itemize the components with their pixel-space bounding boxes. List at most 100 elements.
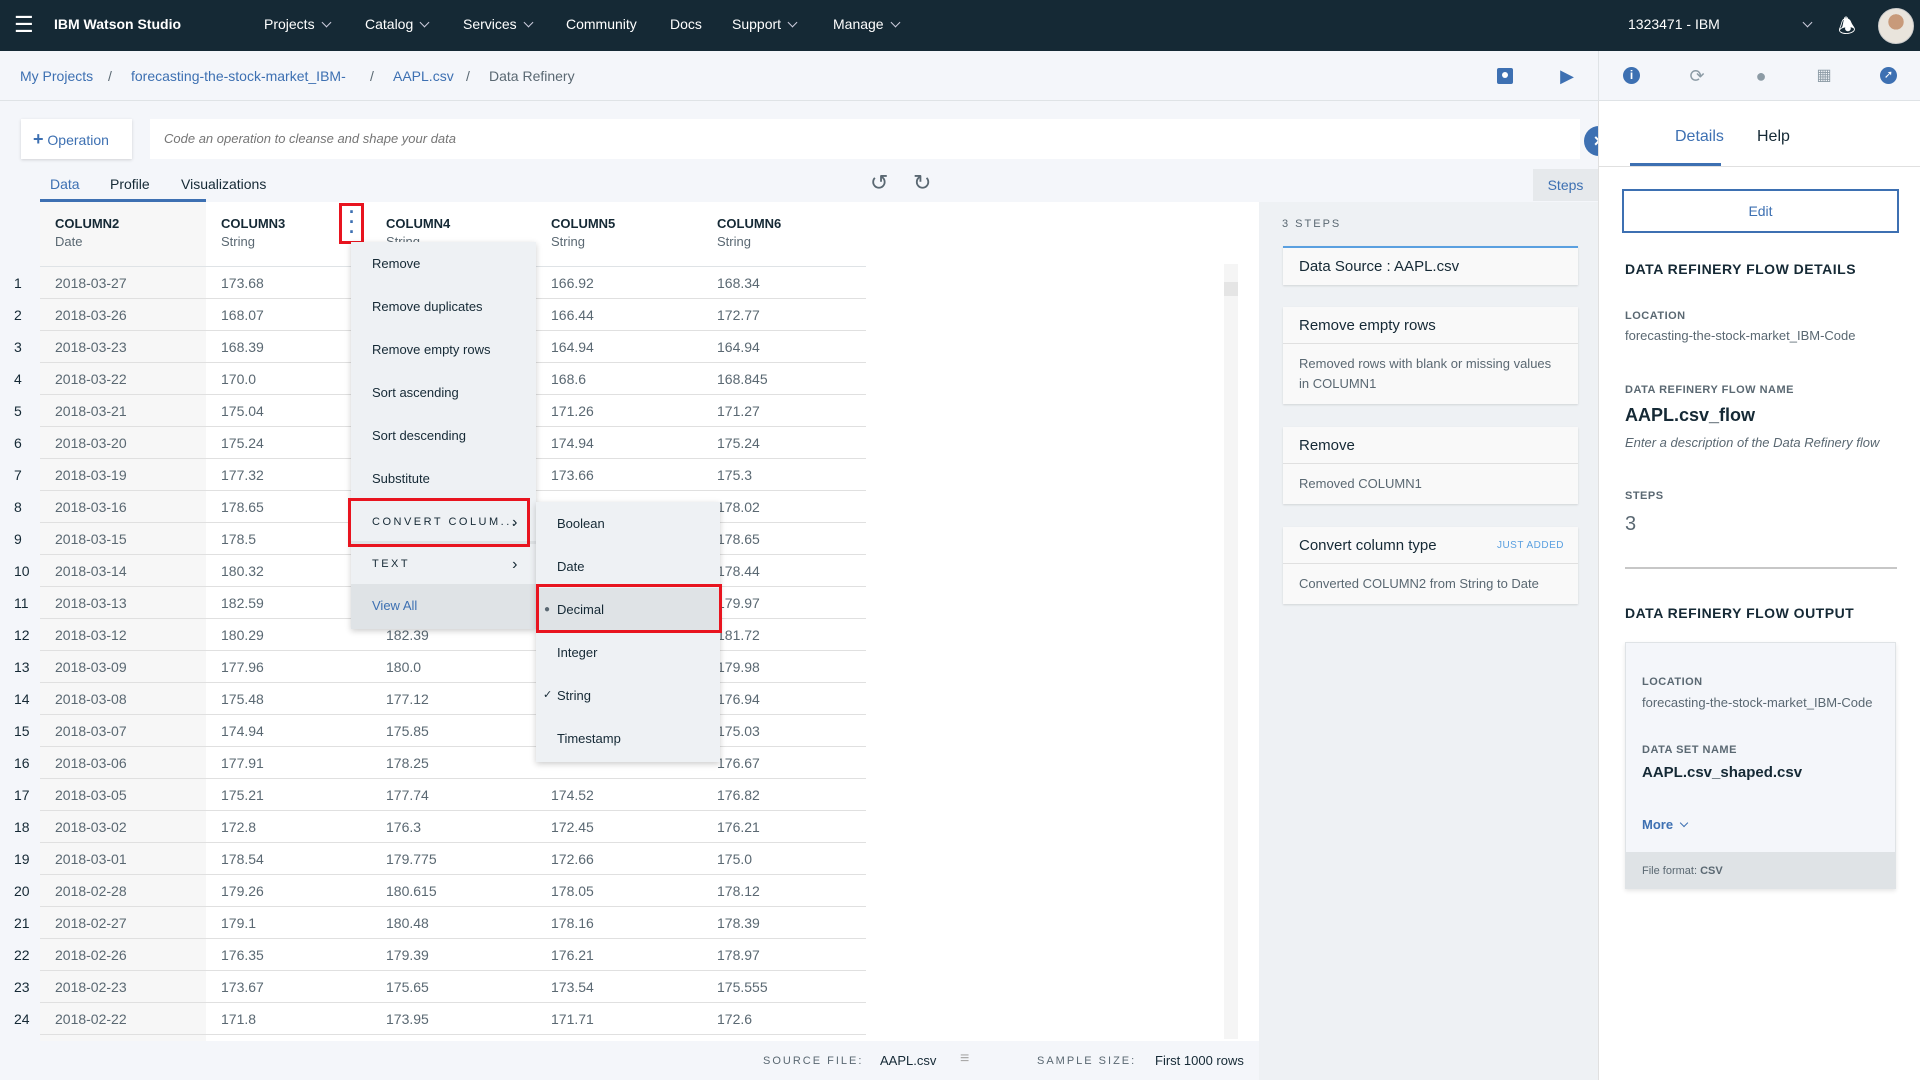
settings-sliders-icon[interactable]: ≡	[960, 1050, 969, 1068]
table-cell[interactable]: 2018-03-06	[40, 747, 205, 779]
step-card-data-source[interactable]: Data Source : AAPL.csv	[1283, 246, 1578, 285]
tab-visualizations[interactable]: Visualizations	[181, 176, 266, 192]
table-cell[interactable]: 180.0	[371, 651, 536, 683]
tab-profile[interactable]: Profile	[110, 176, 150, 192]
table-cell[interactable]: 173.95	[371, 1003, 536, 1035]
tab-details[interactable]: Details	[1675, 128, 1724, 146]
app-title[interactable]: IBM Watson Studio	[54, 16, 181, 32]
flow-description-input[interactable]: Enter a description of the Data Refinery…	[1625, 435, 1879, 450]
table-cell[interactable]: 176.94	[702, 683, 867, 715]
flow-name[interactable]: AAPL.csv_flow	[1625, 405, 1755, 426]
menu-item-remove-duplicates[interactable]: Remove duplicates	[351, 285, 536, 328]
table-cell[interactable]: 174.52	[536, 779, 701, 811]
info-icon[interactable]: i	[1621, 65, 1643, 87]
account-chevron-icon[interactable]	[1796, 16, 1813, 32]
table-cell[interactable]: 178.25	[371, 747, 536, 779]
hamburger-menu-icon[interactable]: ☰	[14, 12, 34, 38]
table-cell[interactable]: 2018-03-14	[40, 555, 205, 587]
table-cell[interactable]: 168.34	[702, 267, 867, 299]
table-cell[interactable]: 177.96	[206, 651, 371, 683]
step-card-convert-column-type[interactable]: Convert column type JUST ADDED Converted C…	[1283, 527, 1578, 604]
table-cell[interactable]: 175.21	[206, 779, 371, 811]
bell-icon[interactable]: 🕭	[1838, 12, 1856, 46]
table-cell[interactable]: 171.26	[536, 395, 701, 427]
table-cell[interactable]: 2018-03-27	[40, 267, 205, 299]
table-cell[interactable]: 179.39	[371, 939, 536, 971]
grid-scrollbar[interactable]	[1224, 264, 1238, 1039]
type-option-timestamp[interactable]: Timestamp	[536, 717, 720, 760]
compass-icon[interactable]: ➚	[1878, 65, 1900, 87]
table-cell[interactable]: 181.72	[702, 619, 867, 651]
table-cell[interactable]: 178.5	[206, 523, 371, 555]
table-cell[interactable]: 171.27	[702, 395, 867, 427]
table-cell[interactable]: 172.6	[702, 1003, 867, 1035]
table-cell[interactable]: 173.54	[536, 971, 701, 1003]
table-cell[interactable]: 178.65	[702, 523, 867, 555]
grid-apps-icon[interactable]: ▦	[1813, 65, 1835, 87]
table-cell[interactable]: 179.26	[206, 875, 371, 907]
nav-docs[interactable]: Docs	[670, 16, 702, 32]
table-cell[interactable]: 168.07	[206, 299, 371, 331]
tab-help[interactable]: Help	[1757, 128, 1790, 146]
table-cell[interactable]: 182.59	[206, 587, 371, 619]
table-cell[interactable]: 166.92	[536, 267, 701, 299]
table-cell[interactable]: 2018-03-21	[40, 395, 205, 427]
edit-button[interactable]: Edit	[1622, 189, 1899, 233]
undo-icon[interactable]: ↺	[870, 170, 888, 196]
table-cell[interactable]: 179.1	[206, 907, 371, 939]
table-cell[interactable]: 2018-03-20	[40, 427, 205, 459]
table-cell[interactable]: 177.91	[206, 747, 371, 779]
run-icon[interactable]: ▶	[1556, 65, 1578, 87]
comments-icon[interactable]: ●	[1750, 65, 1772, 87]
table-cell[interactable]: 175.85	[371, 715, 536, 747]
table-cell[interactable]: 2018-03-26	[40, 299, 205, 331]
table-cell[interactable]: 174.94	[536, 427, 701, 459]
table-cell[interactable]: 178.12	[702, 875, 867, 907]
table-cell[interactable]: 178.02	[702, 491, 867, 523]
table-cell[interactable]: 168.6	[536, 363, 701, 395]
table-cell[interactable]: 2018-03-23	[40, 331, 205, 363]
table-cell[interactable]: 178.16	[536, 907, 701, 939]
steps-toggle-button[interactable]: Steps	[1533, 169, 1598, 201]
breadcrumb-my-projects[interactable]: My Projects	[20, 68, 93, 84]
scrollbar-thumb[interactable]	[1224, 282, 1238, 296]
table-cell[interactable]: 171.71	[536, 1003, 701, 1035]
table-cell[interactable]: 173.68	[206, 267, 371, 299]
nav-projects[interactable]: Projects	[264, 16, 332, 32]
table-cell[interactable]: 2018-02-28	[40, 875, 205, 907]
menu-item-sort-ascending[interactable]: Sort ascending	[351, 371, 536, 414]
table-cell[interactable]: 180.615	[371, 875, 536, 907]
table-cell[interactable]: 180.29	[206, 619, 371, 651]
table-cell[interactable]: 164.94	[702, 331, 867, 363]
table-cell[interactable]: 172.8	[206, 811, 371, 843]
tab-data[interactable]: Data	[50, 176, 80, 192]
table-cell[interactable]: 172.77	[702, 299, 867, 331]
table-cell[interactable]: 175.24	[206, 427, 371, 459]
table-cell[interactable]: 174.94	[206, 715, 371, 747]
table-cell[interactable]: 164.94	[536, 331, 701, 363]
table-cell[interactable]: 176.21	[536, 939, 701, 971]
table-cell[interactable]: 173.66	[536, 459, 701, 491]
more-link[interactable]: More	[1642, 817, 1689, 832]
table-cell[interactable]: 179.775	[371, 843, 536, 875]
table-cell[interactable]: 2018-03-05	[40, 779, 205, 811]
column-header-column2[interactable]: COLUMN2 Date	[40, 202, 119, 267]
menu-item-view-all[interactable]: View All	[351, 584, 536, 629]
table-cell[interactable]: 179.97	[702, 587, 867, 619]
table-cell[interactable]: 172.66	[536, 843, 701, 875]
column-header-column6[interactable]: COLUMN6 String	[702, 202, 781, 267]
table-cell[interactable]: 178.44	[702, 555, 867, 587]
menu-item-remove-empty-rows[interactable]: Remove empty rows	[351, 328, 536, 371]
table-cell[interactable]: 175.3	[702, 459, 867, 491]
breadcrumb-project[interactable]: forecasting-the-stock-market_IBM-	[131, 68, 346, 84]
history-icon[interactable]: ⟳	[1686, 65, 1708, 87]
table-cell[interactable]: 178.97	[702, 939, 867, 971]
table-cell[interactable]: 171.8	[206, 1003, 371, 1035]
table-cell[interactable]: 170.0	[206, 363, 371, 395]
code-operation-input[interactable]	[150, 119, 1580, 159]
table-cell[interactable]: 166.44	[536, 299, 701, 331]
table-cell[interactable]: 176.67	[702, 747, 867, 779]
nav-community[interactable]: Community	[566, 16, 637, 32]
table-cell[interactable]: 180.32	[206, 555, 371, 587]
table-cell[interactable]: 2018-02-22	[40, 1003, 205, 1035]
